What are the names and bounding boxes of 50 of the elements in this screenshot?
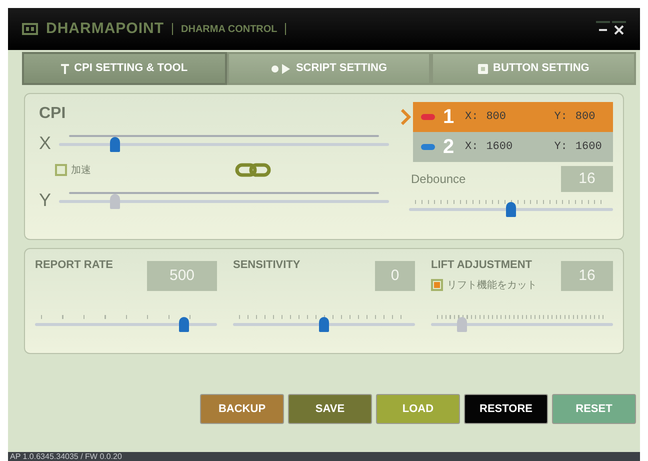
slider[interactable] <box>59 192 389 210</box>
checkbox-label: 加速 <box>71 164 91 178</box>
y-label: Y: <box>554 110 568 125</box>
section-title: CPI <box>39 104 67 124</box>
slider[interactable] <box>409 200 613 218</box>
cpi-profile[interactable]: 2 X: 1600 Y: 1600 <box>413 132 613 162</box>
square-icon <box>478 64 488 74</box>
slider[interactable] <box>431 315 613 333</box>
slider[interactable] <box>59 134 389 152</box>
action-button[interactable]: RESTORE <box>464 394 548 424</box>
x-label: X: <box>465 110 478 125</box>
setting-label: REPORT RATE <box>35 258 114 273</box>
setting-label: LIFT ADJUSTMENT <box>431 258 534 273</box>
checkbox-label: リフト機能をカット <box>447 278 537 292</box>
filter-icon <box>61 64 70 74</box>
tab[interactable]: CPI SETTING & TOOL <box>22 52 227 85</box>
link-icon[interactable] <box>235 163 271 177</box>
close-icon[interactable] <box>612 21 626 37</box>
y-label: Y: <box>554 140 568 155</box>
action-button[interactable]: SAVE <box>288 394 372 424</box>
axis-label: X <box>39 132 52 155</box>
record-play-icon <box>270 64 291 74</box>
action-button[interactable]: BACKUP <box>200 394 284 424</box>
action-button[interactable]: RESET <box>552 394 636 424</box>
profile-number: 2 <box>443 135 456 160</box>
y-value: 1600 <box>575 140 602 155</box>
x-value: 800 <box>486 110 508 125</box>
value-box: 16 <box>561 261 613 291</box>
logo-text: DHARMAPOINT <box>46 18 164 39</box>
profile-number: 1 <box>443 105 456 130</box>
x-label: X: <box>465 140 478 155</box>
setting-label: SENSITIVITY <box>233 258 300 273</box>
value-box: 500 <box>147 261 217 291</box>
x-value: 1600 <box>486 140 514 155</box>
tab[interactable]: SCRIPT SETTING <box>226 52 432 85</box>
app-name: DHARMA CONTROL <box>181 22 278 36</box>
debounce-label: Debounce <box>411 171 466 188</box>
y-value: 800 <box>575 110 596 125</box>
slider[interactable] <box>233 315 415 333</box>
chevron-icon <box>401 108 411 125</box>
action-button[interactable]: LOAD <box>376 394 460 424</box>
tab[interactable]: BUTTON SETTING <box>431 52 636 85</box>
value-box: 0 <box>375 261 415 291</box>
checkbox[interactable] <box>55 164 67 176</box>
axis-label: Y <box>39 189 52 212</box>
slider[interactable] <box>35 315 217 333</box>
value-box: 16 <box>561 166 613 192</box>
status-bar: AP 1.0.6345.34035 / FW 0.0.20 <box>8 452 640 461</box>
cpi-profile[interactable]: 1 X: 800 Y: 800 <box>413 102 613 132</box>
logo-icon <box>22 23 38 35</box>
